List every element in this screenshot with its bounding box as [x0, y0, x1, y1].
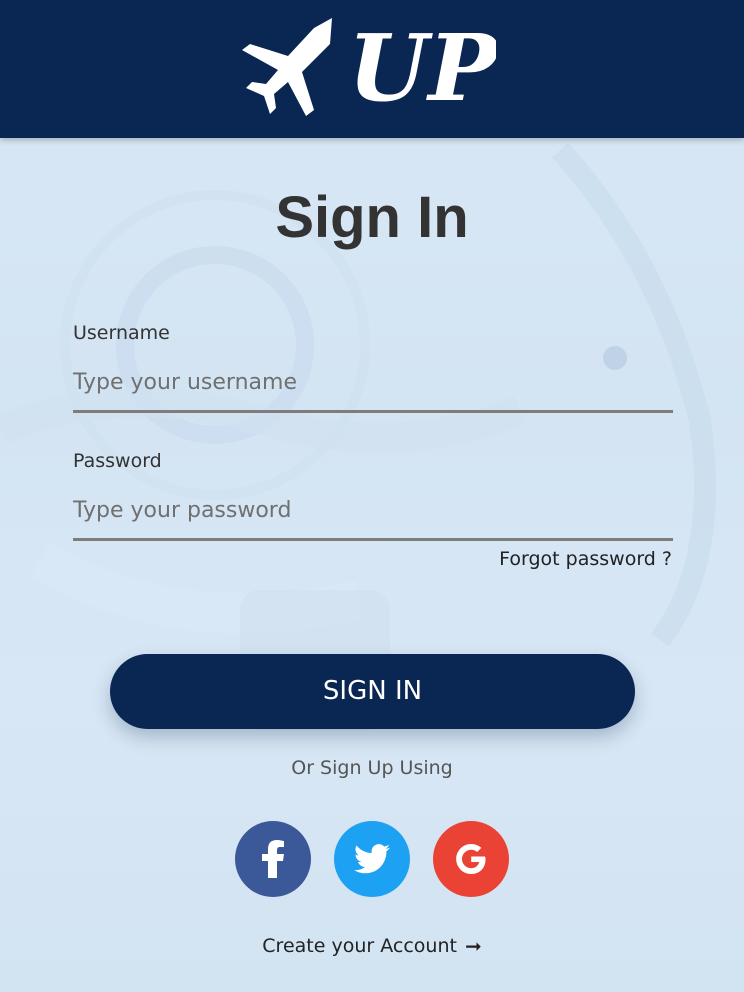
username-input[interactable] — [73, 355, 673, 413]
up-logo: UP — [242, 14, 496, 118]
password-field: Password — [73, 449, 673, 541]
create-account-link[interactable]: Create your Account ➞ — [0, 934, 744, 958]
fighter-jet-icon — [242, 18, 332, 116]
facebook-icon — [262, 840, 284, 878]
create-account-label: Create your Account — [262, 935, 457, 957]
twitter-button[interactable] — [334, 821, 410, 897]
google-button[interactable] — [433, 821, 509, 897]
google-icon — [456, 844, 486, 874]
facebook-button[interactable] — [235, 821, 311, 897]
username-label: Username — [73, 322, 170, 344]
twitter-icon — [354, 844, 390, 874]
password-label: Password — [73, 450, 162, 472]
top-header: UP — [0, 0, 744, 138]
forgot-password-link[interactable]: Forgot password ? — [499, 548, 672, 570]
logo-text: UP — [348, 14, 496, 118]
page-title: Sign In — [275, 185, 469, 250]
username-field: Username — [73, 321, 673, 413]
password-input[interactable] — [73, 483, 673, 541]
arrow-right-icon: ➞ — [464, 934, 482, 958]
or-sign-up-text: Or Sign Up Using — [291, 757, 453, 779]
sign-in-button[interactable]: SIGN IN — [110, 654, 635, 729]
